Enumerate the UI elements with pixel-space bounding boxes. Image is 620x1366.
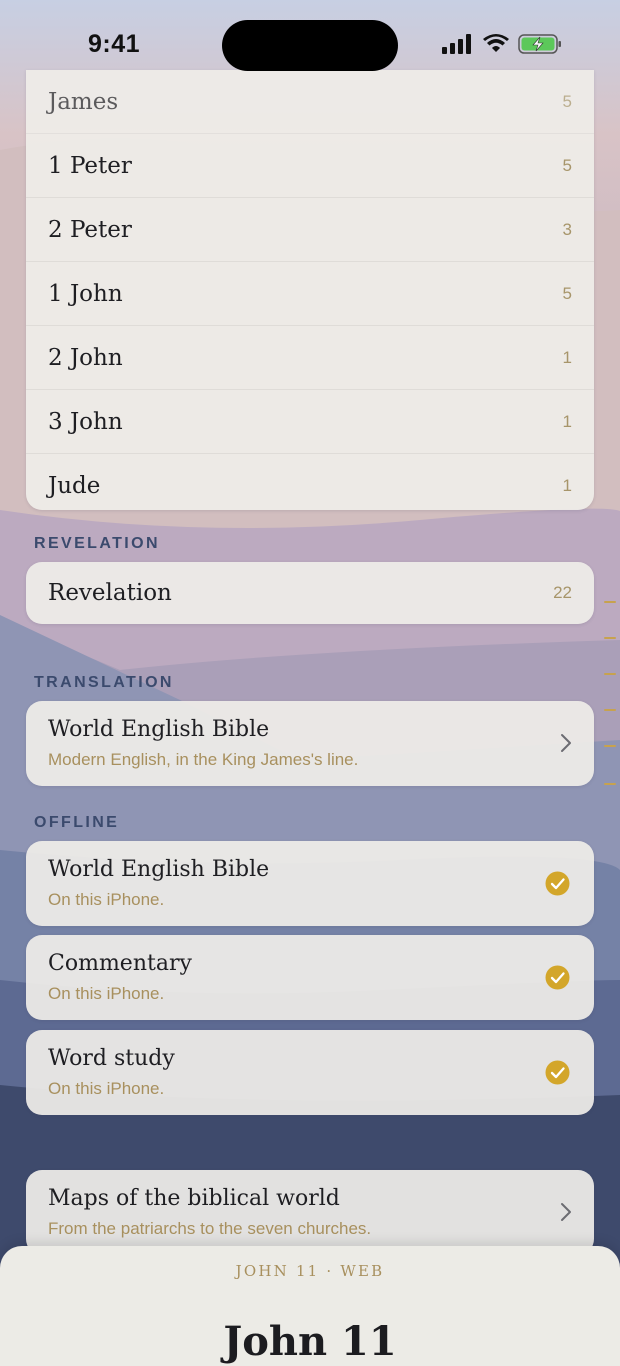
checkmark-circle-icon	[545, 1060, 570, 1085]
book-row-2-peter[interactable]: 2 Peter 3	[26, 198, 594, 262]
revelation-card: Revelation 22	[26, 562, 594, 624]
book-row-jude[interactable]: Jude 1	[26, 454, 594, 517]
chapter-count: 5	[562, 283, 572, 303]
book-row-1-peter[interactable]: 1 Peter 5	[26, 134, 594, 198]
wifi-icon	[483, 34, 509, 52]
offline-item-word-study[interactable]: Word study On this iPhone.	[26, 1030, 594, 1115]
battery-charging-icon	[518, 34, 561, 54]
book-row-3-john[interactable]: 3 John 1	[26, 390, 594, 454]
book-name: 2 Peter	[48, 216, 132, 243]
signal-icon	[442, 34, 471, 54]
translation-subtitle: Modern English, in the King James's line…	[48, 750, 359, 769]
book-row-2-john[interactable]: 2 John 1	[26, 326, 594, 390]
chapter-count: 1	[562, 347, 572, 367]
reader-bottom-sheet[interactable]: JOHN 11 · WEB John 11	[0, 1246, 620, 1366]
scroll-index-tick[interactable]	[604, 783, 616, 785]
scroll-index-tick[interactable]	[604, 673, 616, 675]
maps-subtitle: From the patriarchs to the seven churche…	[48, 1219, 372, 1238]
epistles-list: James 5 1 Peter 5 2 Peter 3 1 John 5 2 J…	[26, 70, 594, 510]
book-name: Revelation	[48, 580, 172, 606]
chapter-count: 5	[562, 155, 572, 175]
book-row-1-john[interactable]: 1 John 5	[26, 262, 594, 326]
chapter-count: 5	[562, 91, 572, 111]
status-bar: 9:41	[0, 0, 620, 90]
offline-item-subtitle: On this iPhone.	[48, 984, 165, 1003]
chapter-count: 22	[553, 583, 572, 602]
chapter-count: 1	[562, 411, 572, 431]
section-label-offline: OFFLINE	[34, 814, 120, 831]
section-label-revelation: REVELATION	[34, 535, 160, 552]
chapter-count: 3	[562, 219, 572, 239]
translation-selector[interactable]: World English Bible Modern English, in t…	[26, 701, 594, 786]
book-name: James	[48, 88, 119, 115]
book-row-revelation[interactable]: Revelation 22	[26, 562, 594, 624]
chapter-count: 1	[562, 475, 572, 495]
offline-item-subtitle: On this iPhone.	[48, 890, 165, 909]
offline-item-title: World English Bible	[48, 857, 270, 882]
section-label-translation: TRANSLATION	[34, 674, 174, 691]
chevron-right-icon	[561, 1203, 571, 1221]
scroll-index-tick[interactable]	[604, 601, 616, 603]
offline-item-title: Word study	[48, 1046, 175, 1071]
book-name: Jude	[48, 472, 101, 499]
book-name: 1 Peter	[48, 152, 132, 179]
scroll-index-tick[interactable]	[604, 637, 616, 639]
scroll-index-tick[interactable]	[604, 745, 616, 747]
offline-item-title: Commentary	[48, 951, 192, 976]
scroll-index-tick[interactable]	[604, 709, 616, 711]
offline-item-commentary[interactable]: Commentary On this iPhone.	[26, 935, 594, 1020]
status-time: 9:41	[88, 30, 141, 58]
book-name: 3 John	[48, 408, 123, 435]
chapter-title: John 11	[223, 1318, 397, 1365]
translation-title: World English Bible	[48, 717, 270, 742]
maps-link[interactable]: Maps of the biblical world From the patr…	[26, 1170, 594, 1255]
chapter-reference: JOHN 11 · WEB	[235, 1262, 385, 1280]
status-icons	[442, 33, 562, 55]
maps-title: Maps of the biblical world	[48, 1186, 340, 1211]
checkmark-circle-icon	[545, 871, 570, 896]
book-name: 1 John	[48, 280, 123, 307]
chevron-right-icon	[561, 734, 571, 752]
offline-item-bible[interactable]: World English Bible On this iPhone.	[26, 841, 594, 926]
dynamic-island	[222, 20, 398, 71]
checkmark-circle-icon	[545, 965, 570, 990]
offline-item-subtitle: On this iPhone.	[48, 1079, 165, 1098]
book-name: 2 John	[48, 344, 123, 371]
